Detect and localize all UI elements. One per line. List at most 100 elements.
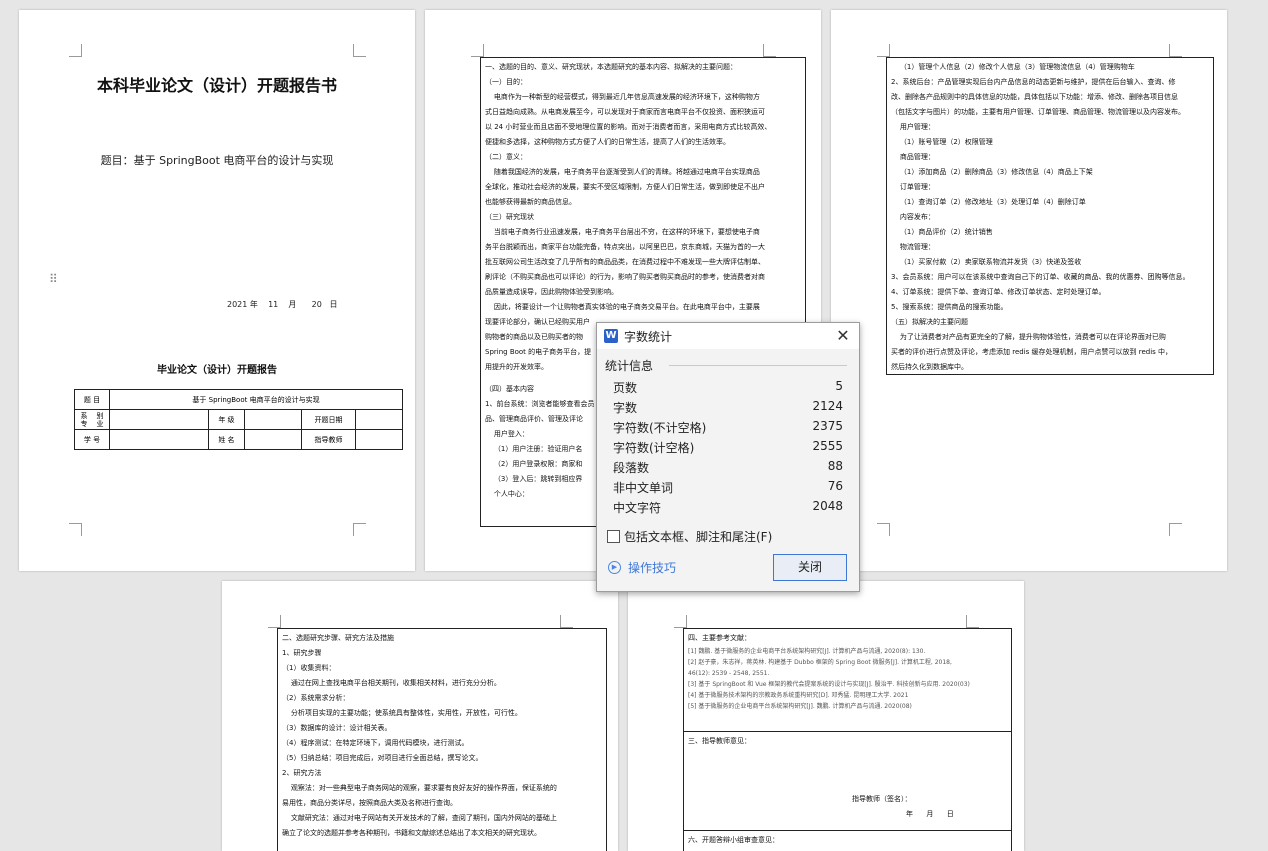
text-line: [1] 魏鹏. 基于微服务的企业电商平台系统架构研究[J]. 计算机产品与流通,… (688, 648, 926, 655)
margin-corner-mark (877, 44, 890, 57)
table-cell: 学 号 (74, 429, 110, 450)
table-cell (109, 429, 209, 450)
text-line: [4] 基于微服务技术架构的宗教政务系统重构研究[D]. 邓秀猛. 昆明理工大学… (688, 692, 909, 699)
references-section: 四、主要参考文献： [1] 魏鹏. 基于微服务的企业电商平台系统架构研究[J].… (683, 628, 1012, 732)
text-line: （1）管理个人信息（2）修改个人信息（3）管理物流信息（4）管理购物车 (891, 63, 1135, 71)
advisor-signature-label: 指导教师（签名）： (852, 795, 912, 803)
stat-label: 段落数 (613, 461, 650, 475)
margin-corner-mark (353, 523, 366, 536)
word-count-dialog: W 字数统计 ✕ 统计信息 页数 5 字数 2124 字符数(不计空格) 2375 字符数(… (596, 322, 860, 592)
stat-row: 字符数(计空格) 2555 (613, 439, 843, 459)
text-line: （1）账号管理（2）权限管理 (891, 138, 993, 146)
text-line: 然后持久化到数据库中。 (891, 363, 968, 371)
page-3-text-frame: （1）管理个人信息（2）修改个人信息（3）管理物流信息（4）管理购物车 2、系统后… (886, 57, 1214, 375)
stat-value: 76 (827, 479, 843, 493)
document-page-3: （1）管理个人信息（2）修改个人信息（3）管理物流信息（4）管理购物车 2、系统后… (831, 10, 1227, 571)
include-textbox-footnotes-label[interactable]: 包括文本框、脚注和尾注(F) (624, 528, 772, 545)
stat-value: 2555 (812, 439, 843, 453)
table-cell (355, 429, 403, 450)
text-line: 物流管理： (891, 243, 935, 251)
text-line: 5、搜索系统：提供商品的搜索功能。 (891, 303, 1008, 311)
text-line: （1）买家付款（2）卖家联系物流并发货（3）快递及签收 (891, 258, 1082, 266)
table-cell (243, 429, 302, 450)
text-line: 品质量造成误导，因此购物体验受到影响。 (485, 288, 618, 296)
margin-corner-mark (1169, 523, 1182, 536)
document-date: 2021 年 11 月 20 日 (227, 300, 338, 309)
margin-corner-mark (674, 615, 687, 628)
text-line: 内容发布： (891, 213, 935, 221)
dialog-titlebar[interactable]: W 字数统计 ✕ (597, 323, 859, 349)
text-line: 确立了论文的选题并参考各种期刊，书籍和文献综述总结出了本文相关的研究现状。 (282, 829, 541, 837)
drag-handle-icon[interactable]: ⠿ (49, 273, 58, 285)
tips-link[interactable]: 操作技巧 (628, 559, 676, 576)
stat-row: 字符数(不计空格) 2375 (613, 419, 843, 439)
text-line: 以 24 小时营业而且店面不受地理位置的影响。而对于消费者而言，采用电商方式比较… (485, 123, 772, 131)
text-line: （包括文字与图片）的功能，主要有用户管理、订单管理、商品管理、物流管理以及内容发… (891, 108, 1185, 116)
stat-value: 2048 (812, 499, 843, 513)
margin-corner-mark (69, 523, 82, 536)
table-cell: 开题日期 (300, 409, 357, 430)
play-tips-icon[interactable]: ▶ (608, 561, 621, 574)
margin-corner-mark (966, 615, 979, 628)
advisor-opinion-title: 三、指导教师意见： (688, 737, 751, 745)
margin-corner-mark (1169, 44, 1182, 57)
text-line: 订单管理： (891, 183, 935, 191)
text-line: （1）商品评价（2）统计销售 (891, 228, 993, 236)
text-line: 二、选题研究步骤、研究方法及措施 (282, 634, 394, 642)
margin-corner-mark (471, 44, 484, 57)
stat-label: 字符数(不计空格) (613, 421, 707, 435)
table-cell: 指导教师 (300, 429, 357, 450)
text-line: 因此，将要设计一个让购物者真实体验的电子商务交易平台。在此电商平台中，主要展 (485, 303, 760, 311)
document-page-4: 二、选题研究步骤、研究方法及措施 1、研究步骤 （1）收集资料： 通过在网上查找电商… (222, 581, 618, 851)
text-line: （1）添加商品（2）删除商品（3）修改信息（4）商品上下架 (891, 168, 1093, 176)
review-group-title: 六、开题答辩小组审查意见： (688, 836, 779, 844)
include-textbox-footnotes-checkbox[interactable] (607, 530, 620, 543)
text-line: 一、选题的目的、意义、研究现状，本选题研究的基本内容、拟解决的主要问题： (485, 63, 737, 71)
statistics-group-title: 统计信息 (605, 359, 654, 373)
margin-corner-mark (763, 44, 776, 57)
text-line: 刷评论（不购买商品也可以评论）的行为，影响了购买者购买商品时的参考，使消费者对商 (485, 273, 765, 281)
document-topic: 题目：基于 SpringBoot 电商平台的设计与实现 (100, 154, 334, 167)
table-cell: 年 级 (208, 409, 245, 430)
text-line: 电商作为一种新型的经营模式，得到最近几年信息高速发展的经济环境下，这种购物方 (485, 93, 760, 101)
text-line: 当前电子商务行业迅速发展，电子商务平台层出不穷，在这样的环境下，要想使电子商 (485, 228, 760, 236)
text-line: 观察法：对一些典型电子商务网站的观察，要求要有良好友好的操作界面，保证系统的 (282, 784, 557, 792)
form-title: 毕业论文（设计）开题报告 (157, 365, 277, 376)
text-line: （2）系统需求分析： (282, 694, 350, 702)
text-line: [5] 基于微服务的企业电商平台系统架构研究[J]. 魏鹏. 计算机产品与流通.… (688, 703, 912, 710)
stat-row: 非中文单词 76 (613, 479, 843, 499)
stat-label: 字符数(计空格) (613, 441, 695, 455)
stat-label: 页数 (613, 381, 638, 395)
text-line: 4、订单系统：提供下单、查询订单、修改订单状态、定时处理订单。 (891, 288, 1106, 296)
text-line: （三）研究现状 (485, 213, 534, 221)
stat-row: 段落数 88 (613, 459, 843, 479)
text-line: 用户管理： (891, 123, 935, 131)
text-line: [3] 基于 SpringBoot 和 Vue 框架的教代会提案系统的设计与实现… (688, 681, 970, 688)
stat-label: 字数 (613, 401, 638, 415)
text-line: 文献研究法：通过对电子网站有关开发技术的了解，查阅了期刊，国内外网站的基础上 (282, 814, 557, 822)
text-line: 2、系统后台：产品管理实现后台内产品信息的动态更新与维护，提供在后台输入、查询、… (891, 78, 1176, 86)
page-4-text-frame: 二、选题研究步骤、研究方法及措施 1、研究步骤 （1）收集资料： 通过在网上查找电商… (277, 628, 607, 851)
stat-row: 字数 2124 (613, 399, 843, 419)
close-button[interactable]: 关闭 (773, 554, 847, 581)
text-line: 改、删除各产品规则中的具体信息的功能，具体包括以下功能：增添、修改、删除各项目信… (891, 93, 1178, 101)
table-cell (243, 409, 302, 430)
table-cell (355, 409, 403, 430)
document-page-5: 四、主要参考文献： [1] 魏鹏. 基于微服务的企业电商平台系统架构研究[J].… (628, 581, 1024, 851)
review-group-section: 六、开题答辩小组审查意见： (683, 830, 1012, 851)
text-line: （二）意义： (485, 153, 527, 161)
stat-label: 非中文单词 (613, 481, 674, 495)
text-line: （3）数据库的设计：设计相关表。 (282, 724, 392, 732)
text-line: 2、研究方法 (282, 769, 322, 777)
margin-corner-mark (560, 615, 573, 628)
text-line: （4）程序测试：在特定环境下，调用代码模块，进行测试。 (282, 739, 469, 747)
text-line: 商品管理： (891, 153, 935, 161)
close-icon[interactable]: ✕ (833, 326, 853, 346)
text-line: 为了让消费者对产品有更完全的了解，提升购物体验性，消费者可以在评论界面对已购 (891, 333, 1166, 341)
text-line: 全球化，推动社会经济的发展，要实不受区域限制，方便人们日常生活，做到即使足不出户 (485, 183, 765, 191)
stat-value: 5 (835, 379, 843, 393)
document-page-1: 本科毕业论文（设计）开题报告书 题目：基于 SpringBoot 电商平台的设计… (19, 10, 415, 571)
text-line: 46(12): 2539 - 2548, 2551. (688, 670, 770, 677)
advisor-signature-date: 年 月 日 (906, 810, 954, 818)
stat-value: 2375 (812, 419, 843, 433)
